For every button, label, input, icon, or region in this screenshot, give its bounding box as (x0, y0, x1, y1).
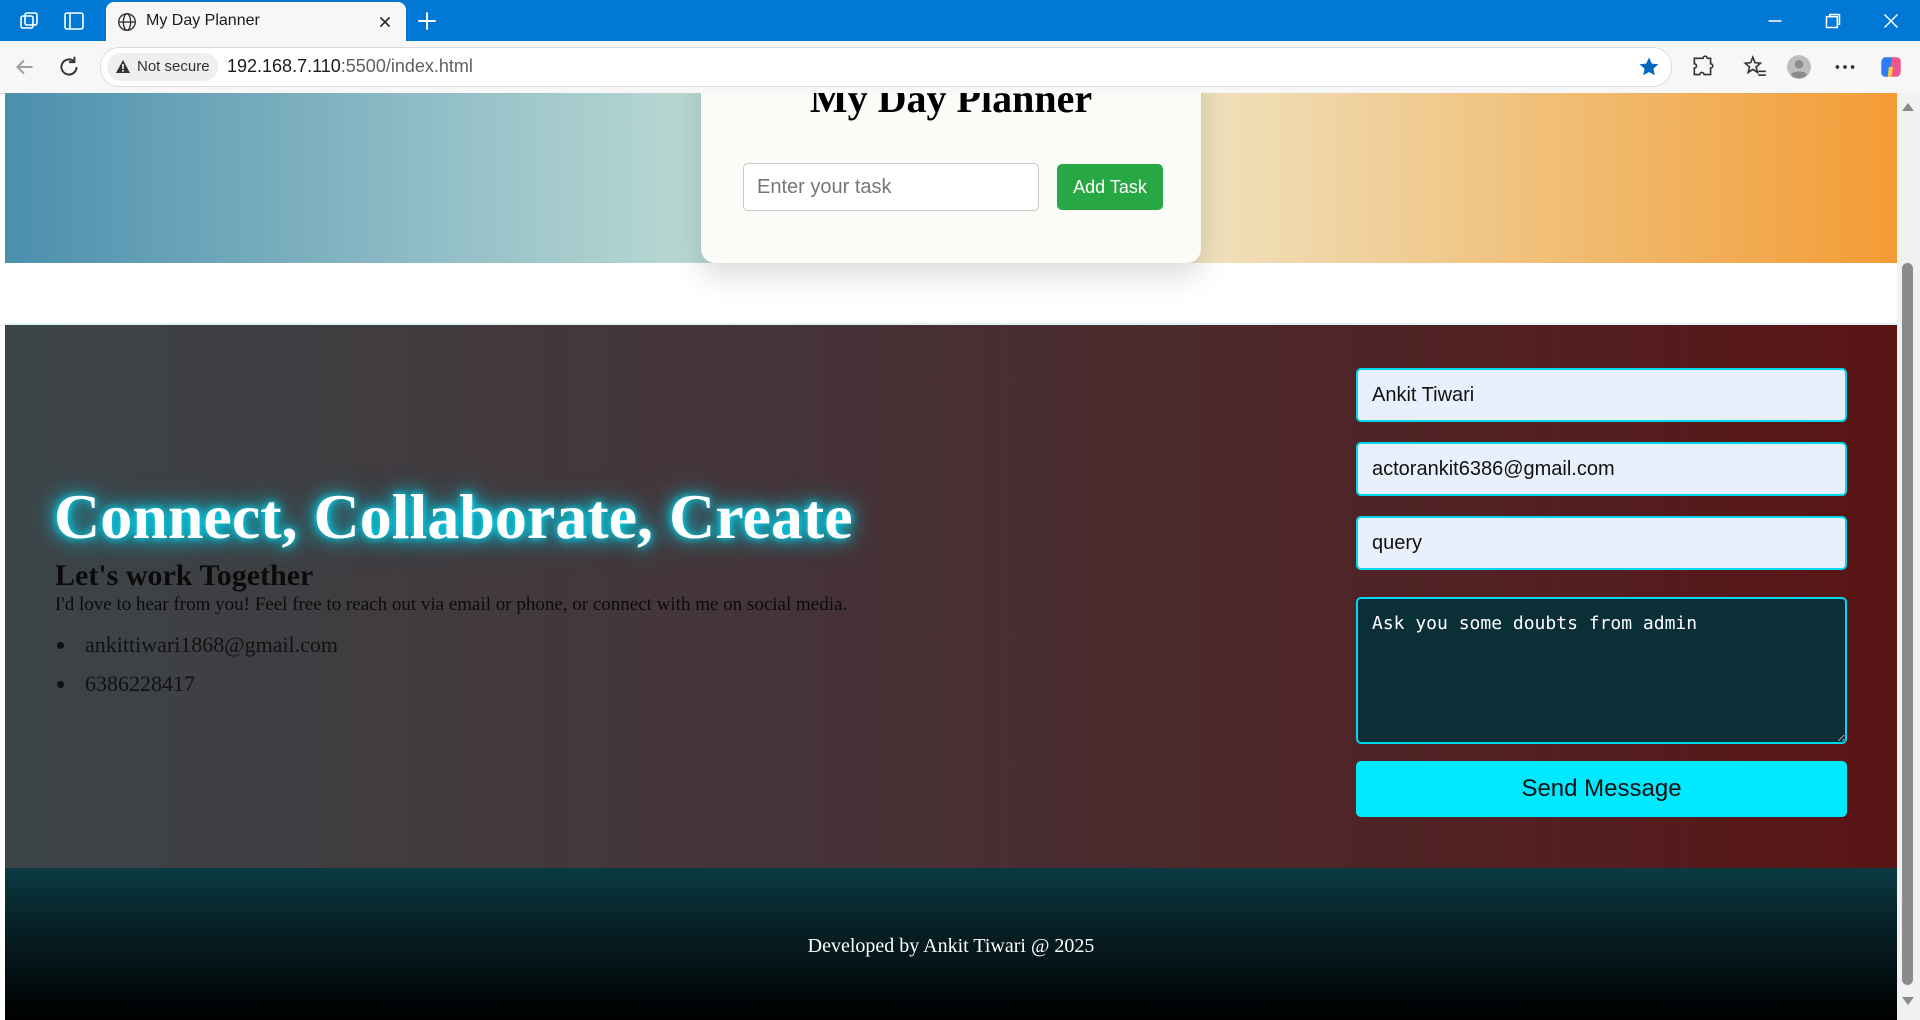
favorites-icon[interactable] (1742, 54, 1768, 80)
contact-info-list: ankittiwari1868@gmail.com 6386228417 (55, 625, 338, 703)
profile-avatar-icon[interactable] (1786, 54, 1812, 80)
contact-phone[interactable]: 6386228417 (85, 671, 195, 696)
extensions-icon[interactable] (1690, 54, 1716, 80)
contact-section: Connect, Collaborate, Create Let's work … (5, 325, 1897, 868)
page-scrollbar[interactable] (1897, 93, 1920, 1020)
planner-title: My Day Planner (809, 93, 1093, 121)
contact-phone-item: 6386228417 (55, 664, 338, 703)
list-bullet (57, 681, 64, 688)
close-tab-icon[interactable] (374, 11, 396, 33)
subject-field[interactable] (1356, 516, 1847, 570)
copilot-icon[interactable] (1878, 54, 1904, 80)
contact-headline: Connect, Collaborate, Create (54, 481, 853, 552)
task-input[interactable] (743, 163, 1039, 211)
close-window-icon[interactable] (1878, 8, 1904, 34)
refresh-icon[interactable] (56, 54, 82, 80)
footer-credit: Developed by Ankit Tiwari @ 2025 (807, 935, 1095, 957)
address-bar[interactable]: Not secure 192.168.7.110:5500/index.html (100, 47, 1672, 87)
name-field[interactable] (1356, 368, 1847, 422)
url-host: 192.168.7.110 (227, 56, 341, 76)
planner-card: My Day Planner Add Task (701, 93, 1201, 263)
list-bullet (57, 642, 64, 649)
contact-email-item: ankittiwari1868@gmail.com (55, 625, 338, 664)
message-textarea[interactable]: Ask you some doubts from admin (1356, 597, 1847, 744)
browser-title-bar: My Day Planner (0, 0, 1920, 41)
new-tab-icon[interactable] (414, 8, 440, 34)
back-icon[interactable] (12, 54, 38, 80)
globe-icon (118, 13, 136, 31)
tab-actions-icon[interactable] (62, 9, 86, 33)
address-bar-row: Not secure 192.168.7.110:5500/index.html (0, 41, 1920, 94)
more-options-icon[interactable] (1832, 54, 1858, 80)
contact-subheading: Let's work Together (55, 559, 314, 592)
tab-title: My Day Planner (146, 12, 260, 29)
workspaces-icon[interactable] (18, 9, 42, 33)
url-path: :5500/index.html (340, 56, 473, 76)
scroll-down-arrow-icon[interactable] (1902, 997, 1914, 1005)
email-field[interactable] (1356, 442, 1847, 496)
not-secure-label: Not secure (137, 58, 210, 75)
scrollbar-thumb[interactable] (1902, 263, 1913, 985)
contact-email[interactable]: ankittiwari1868@gmail.com (85, 632, 338, 657)
browser-tab-active[interactable]: My Day Planner (106, 2, 406, 41)
favorite-star-icon[interactable] (1637, 55, 1661, 79)
minimize-icon[interactable] (1762, 8, 1788, 34)
restore-icon[interactable] (1820, 8, 1846, 34)
url-text[interactable]: 192.168.7.110:5500/index.html (227, 56, 473, 77)
warning-icon (116, 60, 130, 73)
add-task-button[interactable]: Add Task (1057, 164, 1163, 210)
send-message-button[interactable]: Send Message (1356, 761, 1847, 817)
page-footer: Developed by Ankit Tiwari @ 2025 (5, 868, 1897, 1020)
scroll-up-arrow-icon[interactable] (1902, 103, 1914, 111)
page-viewport: My Day Planner Add Task Connect, Collabo… (5, 93, 1897, 1020)
security-indicator[interactable]: Not secure (107, 53, 218, 81)
contact-intro: I'd love to hear from you! Feel free to … (55, 594, 848, 615)
